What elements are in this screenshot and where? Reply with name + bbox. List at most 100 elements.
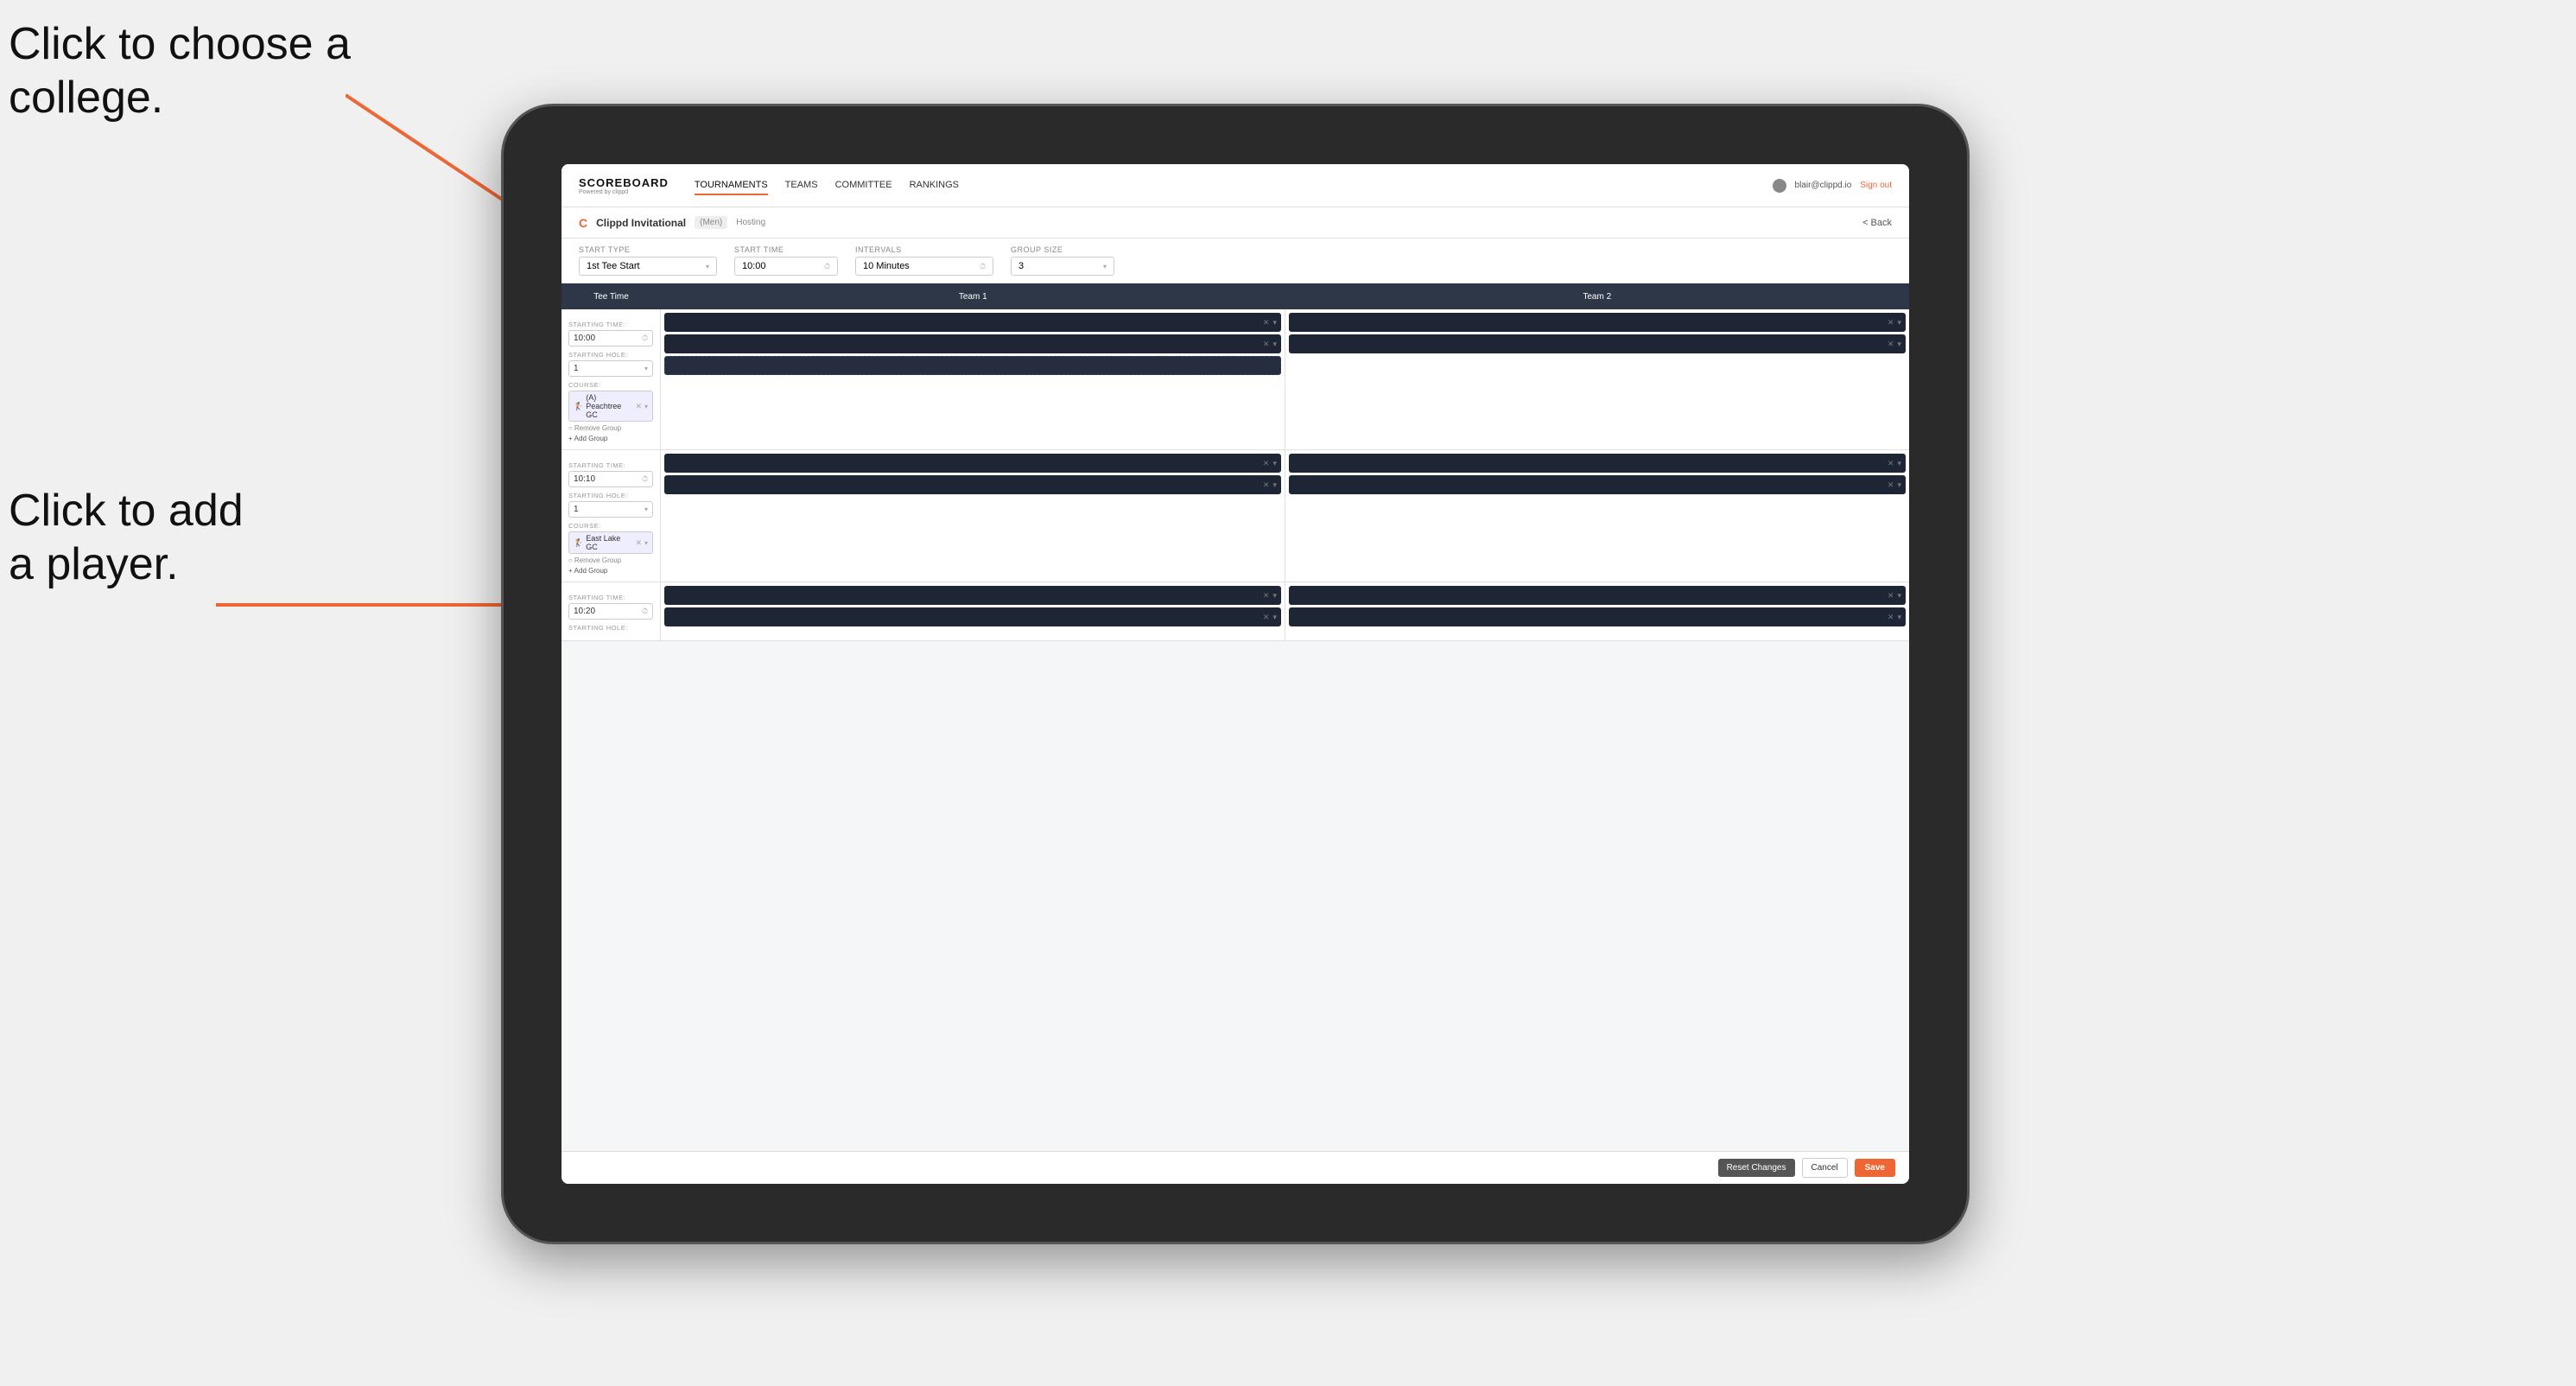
tee-row: STARTING TIME: 10:20 ⏱ STARTING HOLE: ✕ … xyxy=(562,582,1909,641)
player-x-icon[interactable]: ✕ xyxy=(1888,318,1894,327)
player-x-icon[interactable]: ✕ xyxy=(1263,480,1270,490)
footer-bar: Reset Changes Cancel Save xyxy=(562,1151,1909,1184)
player-x-icon[interactable]: ✕ xyxy=(1263,613,1270,622)
col-tee-time: Tee Time xyxy=(562,292,661,302)
user-avatar xyxy=(1773,179,1786,193)
start-time-group: Start Time 10:00 ⏱ xyxy=(734,245,838,276)
intervals-label: Intervals xyxy=(855,245,993,254)
team2-col-1: ✕ ▾ ✕ ▾ xyxy=(1285,309,1909,449)
chevron-down-icon-2: ▾ xyxy=(1103,263,1107,270)
starting-hole-value[interactable]: 1 ▾ xyxy=(568,501,653,518)
player-chevron-icon[interactable]: ▾ xyxy=(1897,318,1901,327)
starting-hole-value[interactable]: 1 ▾ xyxy=(568,360,653,377)
player-chevron-icon[interactable]: ▾ xyxy=(1897,591,1901,601)
start-time-label: Start Time xyxy=(734,245,838,254)
player-chevron-icon[interactable]: ▾ xyxy=(1272,480,1277,490)
back-button[interactable]: < Back xyxy=(1862,218,1892,228)
left-panel-2: STARTING TIME: 10:10 ⏱ STARTING HOLE: 1 … xyxy=(562,450,661,582)
course-tag-2[interactable]: 🏌 East Lake GC ✕ ▾ xyxy=(568,531,653,554)
logo-area: SCOREBOARD Powered by clippd xyxy=(579,176,669,195)
player-x-icon[interactable]: ✕ xyxy=(1263,459,1270,468)
player-chevron-icon[interactable]: ▾ xyxy=(1897,340,1901,349)
chevron-icon: ▾ xyxy=(644,505,648,513)
chevron-icon-3: ▾ xyxy=(644,539,648,547)
player-row[interactable]: ✕ ▾ xyxy=(664,334,1281,353)
team1-col-3: ✕ ▾ ✕ ▾ xyxy=(661,582,1285,640)
logo-text: SCOREBOARD xyxy=(579,176,669,189)
tee-row: STARTING TIME: 10:10 ⏱ STARTING HOLE: 1 … xyxy=(562,450,1909,582)
tournament-badge: (Men) xyxy=(695,216,727,229)
player-x-icon[interactable]: ✕ xyxy=(1263,591,1270,601)
player-chevron-icon[interactable]: ▾ xyxy=(1272,340,1277,349)
player-chevron-icon[interactable]: ▾ xyxy=(1897,480,1901,490)
app-screen: SCOREBOARD Powered by clippd TOURNAMENTS… xyxy=(562,164,1909,1184)
starting-time-value[interactable]: 10:10 ⏱ xyxy=(568,471,653,487)
player-chevron-icon[interactable]: ▾ xyxy=(1272,591,1277,601)
nav-links: TOURNAMENTS TEAMS COMMITTEE RANKINGS xyxy=(695,176,1773,195)
start-time-select[interactable]: 10:00 ⏱ xyxy=(734,257,838,276)
player-x-icon[interactable]: ✕ xyxy=(1888,480,1894,490)
starting-time-label: STARTING TIME: xyxy=(568,321,653,328)
player-x-icon[interactable]: ✕ xyxy=(1888,459,1894,468)
player-x-icon[interactable]: ✕ xyxy=(1263,318,1270,327)
add-group-link-2[interactable]: + Add Group xyxy=(568,567,653,575)
nav-link-committee[interactable]: COMMITTEE xyxy=(835,176,892,195)
team1-col-1: ✕ ▾ ✕ ▾ xyxy=(661,309,1285,449)
hosting-badge: Hosting xyxy=(736,218,765,227)
intervals-select[interactable]: 10 Minutes ⏱ xyxy=(855,257,993,276)
sub-header: C Clippd Invitational (Men) Hosting < Ba… xyxy=(562,207,1909,238)
player-chevron-icon[interactable]: ▾ xyxy=(1272,459,1277,468)
sign-out-link[interactable]: Sign out xyxy=(1860,181,1892,190)
course-icon: 🏌 xyxy=(574,538,583,548)
intervals-group: Intervals 10 Minutes ⏱ xyxy=(855,245,993,276)
player-row[interactable]: ✕ ▾ xyxy=(664,475,1281,494)
chevron-icon-2: ▾ xyxy=(644,403,648,410)
group-size-group: Group Size 3 ▾ xyxy=(1011,245,1114,276)
left-panel-1: STARTING TIME: 10:00 ⏱ STARTING HOLE: 1 … xyxy=(562,309,661,449)
player-chevron-icon[interactable]: ▾ xyxy=(1897,613,1901,622)
player-row[interactable]: ✕ ▾ xyxy=(1289,607,1906,626)
player-row[interactable]: ✕ ▾ xyxy=(664,607,1281,626)
player-chevron-icon[interactable]: ▾ xyxy=(1897,459,1901,468)
nav-link-teams[interactable]: TEAMS xyxy=(785,176,818,195)
start-type-label: Start Type xyxy=(579,245,717,254)
team1-col-2: ✕ ▾ ✕ ▾ xyxy=(661,450,1285,582)
remove-group-link-1[interactable]: ○ Remove Group xyxy=(568,424,653,432)
player-x-icon[interactable]: ✕ xyxy=(1888,340,1894,349)
group-size-select[interactable]: 3 ▾ xyxy=(1011,257,1114,276)
clock-icon-2: ⏱ xyxy=(980,262,986,271)
col-team2: Team 2 xyxy=(1285,292,1910,302)
remove-tag-icon[interactable]: ✕ xyxy=(635,402,642,411)
clock-icon: ⏱ xyxy=(824,262,830,271)
course-tag-1[interactable]: 🏌 (A) Peachtree GC ✕ ▾ xyxy=(568,391,653,422)
player-row[interactable]: ✕ ▾ xyxy=(1289,313,1906,332)
player-x-icon[interactable]: ✕ xyxy=(1263,340,1270,349)
remove-group-link-2[interactable]: ○ Remove Group xyxy=(568,556,653,564)
starting-time-value[interactable]: 10:20 ⏱ xyxy=(568,603,653,620)
player-row[interactable]: ✕ ▾ xyxy=(1289,586,1906,605)
player-row[interactable]: ✕ ▾ xyxy=(1289,334,1906,353)
player-row-add[interactable] xyxy=(664,356,1281,375)
starting-time-value[interactable]: 10:00 ⏱ xyxy=(568,330,653,346)
save-button[interactable]: Save xyxy=(1855,1159,1895,1177)
nav-link-tournaments[interactable]: TOURNAMENTS xyxy=(695,176,768,195)
player-row[interactable]: ✕ ▾ xyxy=(664,454,1281,473)
nav-link-rankings[interactable]: RANKINGS xyxy=(910,176,959,195)
player-x-icon[interactable]: ✕ xyxy=(1888,613,1894,622)
player-chevron-icon[interactable]: ▾ xyxy=(1272,318,1277,327)
clock-icon-4: ⏱ xyxy=(642,474,648,484)
player-row[interactable]: ✕ ▾ xyxy=(664,313,1281,332)
player-row[interactable]: ✕ ▾ xyxy=(1289,475,1906,494)
reset-changes-button[interactable]: Reset Changes xyxy=(1718,1159,1795,1177)
add-group-link-1[interactable]: + Add Group xyxy=(568,435,653,442)
tee-row: STARTING TIME: 10:00 ⏱ STARTING HOLE: 1 … xyxy=(562,309,1909,450)
start-type-select[interactable]: 1st Tee Start ▾ xyxy=(579,257,717,276)
starting-hole-label: STARTING HOLE: xyxy=(568,624,653,632)
player-chevron-icon[interactable]: ▾ xyxy=(1272,613,1277,622)
player-row[interactable]: ✕ ▾ xyxy=(664,586,1281,605)
player-row[interactable]: ✕ ▾ xyxy=(1289,454,1906,473)
main-content[interactable]: STARTING TIME: 10:00 ⏱ STARTING HOLE: 1 … xyxy=(562,309,1909,1151)
player-x-icon[interactable]: ✕ xyxy=(1888,591,1894,601)
cancel-button[interactable]: Cancel xyxy=(1802,1158,1848,1178)
remove-tag-icon[interactable]: ✕ xyxy=(635,538,642,548)
